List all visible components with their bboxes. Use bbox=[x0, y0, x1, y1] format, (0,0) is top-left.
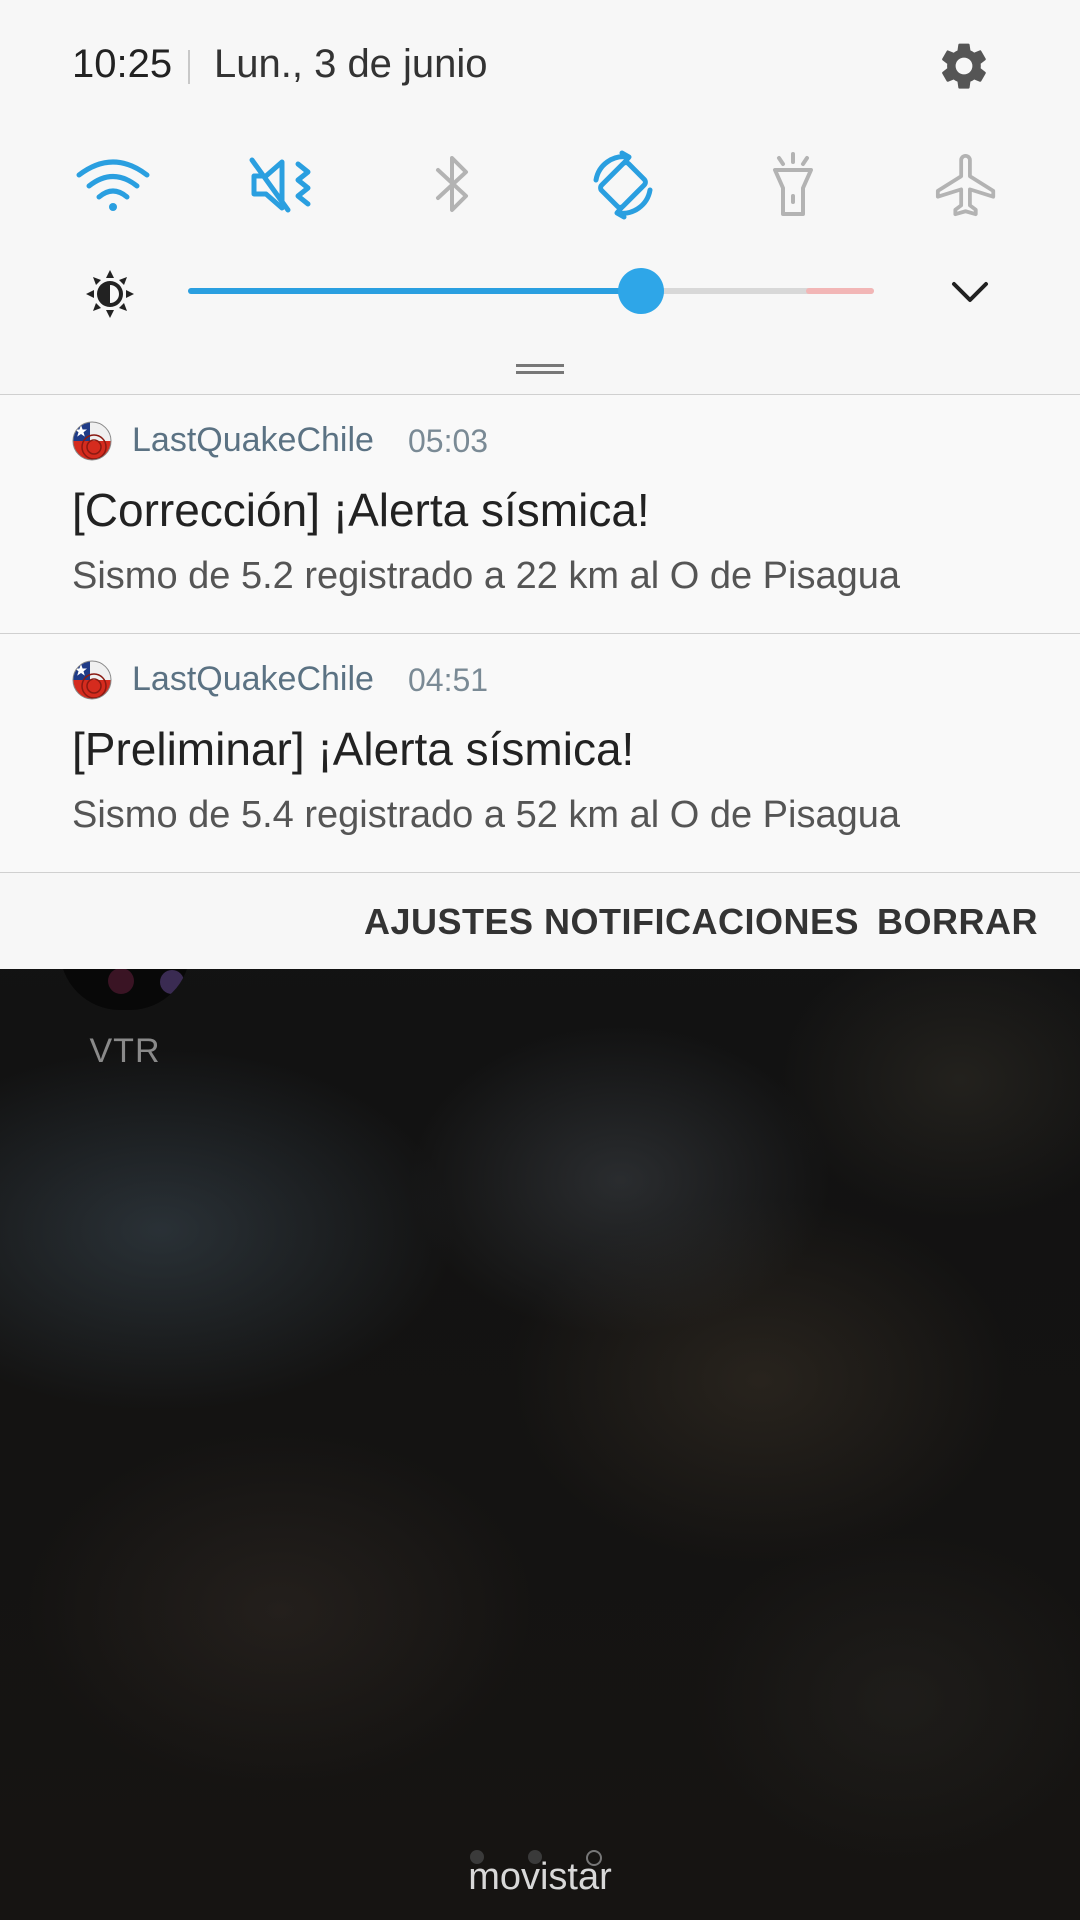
brightness-slider-fill bbox=[188, 288, 641, 294]
brightness-high-zone bbox=[806, 288, 874, 294]
bluetooth-icon[interactable] bbox=[408, 140, 498, 230]
sound-mute-vibrate-icon[interactable] bbox=[238, 140, 328, 230]
notification-panel: 10:25 Lun., 3 de junio LastQuakeChile 05… bbox=[0, 0, 1080, 969]
notification-time: 04:51 bbox=[408, 662, 489, 698]
brightness-icon[interactable] bbox=[84, 268, 136, 320]
panel-drag-handle[interactable] bbox=[516, 364, 564, 374]
home-app-label: VTR bbox=[89, 1032, 161, 1070]
chile-flag-icon bbox=[72, 660, 112, 700]
settings-gear-icon[interactable] bbox=[936, 38, 992, 94]
clock: 10:25 bbox=[72, 42, 173, 86]
header-divider bbox=[188, 50, 190, 84]
notification-body: Sismo de 5.4 registrado a 52 km al O de … bbox=[72, 794, 901, 836]
notification-settings-button[interactable]: AJUSTES NOTIFICACIONES bbox=[364, 901, 859, 943]
notification-body: Sismo de 5.2 registrado a 22 km al O de … bbox=[72, 555, 901, 597]
quick-settings-row bbox=[0, 140, 1080, 230]
panel-header: 10:25 Lun., 3 de junio bbox=[0, 0, 1080, 130]
auto-rotate-icon[interactable] bbox=[578, 140, 668, 230]
notification-title: [Corrección] ¡Alerta sísmica! bbox=[72, 484, 650, 536]
notification-card[interactable]: LastQuakeChile 05:03 [Corrección] ¡Alert… bbox=[0, 394, 1080, 633]
brightness-slider-thumb[interactable] bbox=[618, 268, 664, 314]
notification-title: [Preliminar] ¡Alerta sísmica! bbox=[72, 723, 635, 775]
clear-all-button[interactable]: BORRAR bbox=[877, 901, 1038, 943]
notification-actions-bar: AJUSTES NOTIFICACIONES BORRAR bbox=[0, 872, 1080, 969]
brightness-slider[interactable] bbox=[188, 268, 874, 314]
notification-app-name: LastQuakeChile bbox=[132, 421, 374, 459]
carrier-label: movistar bbox=[468, 1856, 612, 1898]
brightness-row bbox=[0, 262, 1080, 322]
date[interactable]: Lun., 3 de junio bbox=[214, 42, 488, 87]
wifi-icon[interactable] bbox=[68, 140, 158, 230]
notification-app-name: LastQuakeChile bbox=[132, 660, 374, 698]
airplane-mode-icon[interactable] bbox=[922, 140, 1012, 230]
notification-card[interactable]: LastQuakeChile 04:51 [Preliminar] ¡Alert… bbox=[0, 633, 1080, 872]
chevron-down-icon[interactable] bbox=[948, 274, 992, 310]
notification-time: 05:03 bbox=[408, 423, 489, 459]
flashlight-icon[interactable] bbox=[748, 140, 838, 230]
chile-flag-icon bbox=[72, 421, 112, 461]
